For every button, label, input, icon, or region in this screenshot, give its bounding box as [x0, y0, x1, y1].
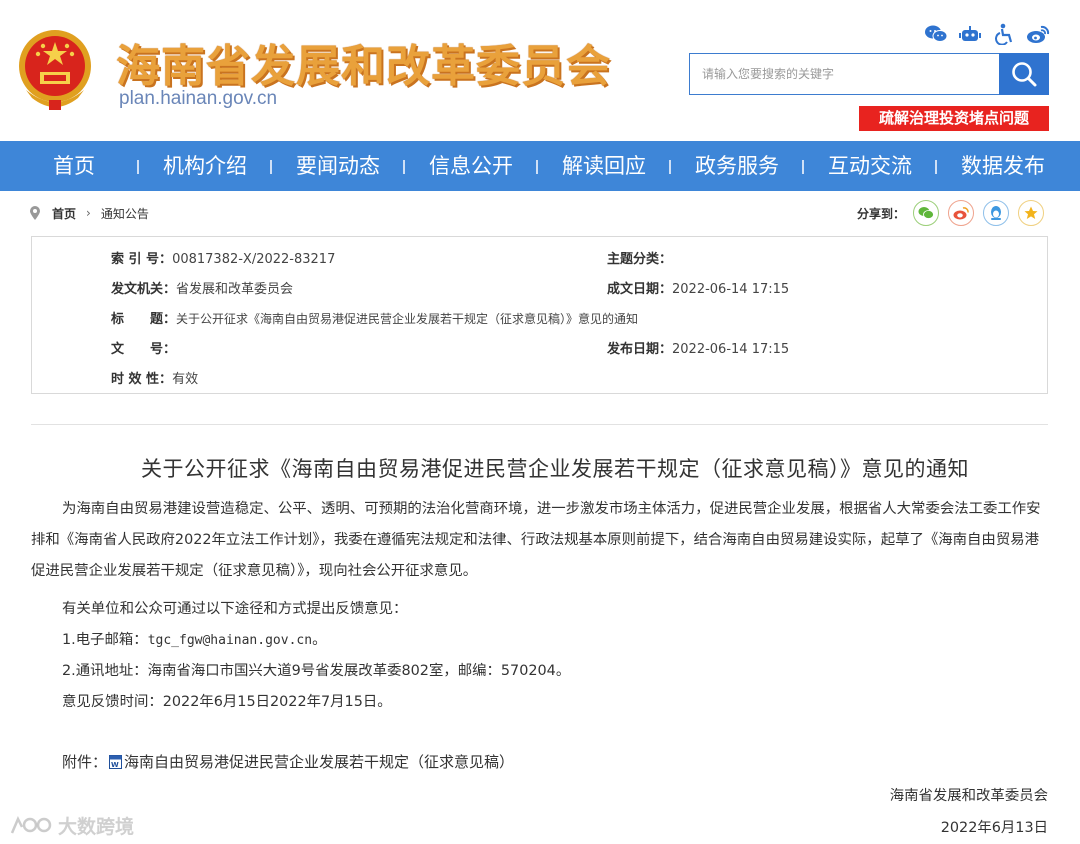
attachment-link[interactable]: 海南自由贸易港促进民营企业发展若干规定（征求意见稿）	[124, 751, 514, 772]
meta-topic-label: 主题分类：	[607, 252, 673, 267]
nav-item-services[interactable]: 政务服务	[682, 141, 792, 191]
robot-icon[interactable]	[958, 22, 982, 46]
article-title: 关于公开征求《海南自由贸易港促进民营企业发展若干规定（征求意见稿）》意见的通知	[141, 457, 969, 481]
nav-separator	[935, 160, 937, 174]
meta-validity-label: 时 效 性：	[111, 372, 173, 387]
breadcrumb-current[interactable]: 通知公告	[101, 205, 149, 222]
meta-topic: 主题分类：	[607, 248, 672, 267]
main-nav: 首页 机构介绍 要闻动态 信息公开 解读回应 政务服务 互动交流 数据发布	[0, 141, 1080, 191]
attachment-line: 附件： W 海南自由贸易港促进民营企业发展若干规定（征求意见稿）	[62, 751, 514, 772]
nav-separator	[536, 160, 538, 174]
site-title: 海南省发展和改革委员会	[116, 41, 611, 92]
chevron-right-icon: ›	[86, 206, 91, 220]
meta-created-label: 成文日期：	[607, 282, 673, 297]
signature-date: 2022年6月13日	[940, 820, 1048, 836]
attachment-label: 附件：	[62, 753, 108, 771]
wechat-icon[interactable]	[924, 22, 948, 46]
nav-item-interaction[interactable]: 互动交流	[815, 141, 925, 191]
nav-separator	[137, 160, 139, 174]
site-url: plan.hainan.gov.cn	[119, 88, 278, 109]
feedback-deadline-line: 意见反馈时间：2022年6月15日2022年7月15日。	[62, 694, 392, 710]
breadcrumb-home[interactable]: 首页	[52, 205, 76, 222]
document-meta-box: 索 引 号：00817382-X/2022-83217 主题分类： 发文机关：省…	[31, 236, 1048, 394]
email-label: 1.电子邮箱：	[62, 632, 148, 648]
meta-published: 发布日期：2022-06-14 17:15	[607, 338, 789, 357]
location-pin-icon	[30, 206, 40, 220]
article-paragraph: 有关单位和公众可通过以下途径和方式提出反馈意见：	[62, 601, 408, 617]
meta-issuer: 发文机关：省发展和改革委员会	[111, 278, 293, 297]
meta-issuer-label: 发文机关：	[111, 282, 177, 297]
search-icon	[1012, 62, 1037, 87]
national-emblem-icon	[19, 30, 91, 110]
meta-published-label: 发布日期：	[607, 342, 673, 357]
article-paragraph: 为海南自由贸易港建设营造稳定、公平、透明、可预期的法治化营商环境，进一步激发市场…	[31, 501, 1041, 579]
favorite-star-icon[interactable]	[1018, 200, 1045, 226]
contact-address-line: 2.通讯地址：海南省海口市国兴大道9号省发展改革委802室，邮编：570204。	[62, 663, 571, 679]
nav-item-disclosure[interactable]: 信息公开	[416, 141, 526, 191]
watermark-text: 大数跨境	[58, 816, 135, 838]
meta-title-label: 标 题：	[111, 312, 177, 327]
nav-item-data[interactable]: 数据发布	[948, 141, 1058, 191]
search-input[interactable]	[690, 54, 1004, 94]
email-suffix: 。	[312, 632, 327, 648]
meta-published-value: 2022-06-14 17:15	[672, 342, 790, 357]
contact-email-line: 1.电子邮箱：tgc_fgw@hainan.gov.cn。	[62, 628, 326, 649]
promo-banner[interactable]: 疏解治理投资堵点问题	[859, 106, 1049, 131]
watermark-logo-icon	[10, 815, 52, 833]
weibo-icon[interactable]	[1026, 22, 1050, 46]
nav-separator	[802, 160, 804, 174]
svg-text:W: W	[111, 761, 119, 769]
meta-title: 标 题：关于公开征求《海南自由贸易港促进民营企业发展若干规定（征求意见稿）》意见…	[111, 308, 638, 327]
meta-validity: 时 效 性：有效	[111, 368, 198, 387]
nav-item-interpretation[interactable]: 解读回应	[549, 141, 659, 191]
site-header: 海南省发展和改革委员会 plan.hainan.gov.cn 请输入您要搜索的关…	[0, 0, 1080, 141]
qq-share-icon[interactable]	[983, 200, 1010, 226]
search-box	[689, 53, 1004, 95]
nav-separator	[403, 160, 405, 174]
accessibility-icon[interactable]	[992, 22, 1016, 46]
search-button[interactable]	[999, 53, 1049, 95]
meta-index-value: 00817382-X/2022-83217	[172, 252, 336, 267]
nav-separator	[669, 160, 671, 174]
word-document-icon: W	[109, 754, 123, 769]
meta-validity-value: 有效	[172, 372, 199, 387]
wechat-share-icon[interactable]	[913, 200, 940, 226]
top-icon-bar	[924, 22, 1050, 46]
meta-index-label: 索 引 号：	[111, 252, 173, 267]
meta-docno-label: 文 号：	[111, 342, 177, 357]
email-value[interactable]: tgc_fgw@hainan.gov.cn	[148, 633, 312, 648]
divider	[31, 424, 1048, 425]
meta-docno: 文 号：	[111, 338, 176, 357]
nav-item-home[interactable]: 首页	[30, 141, 118, 191]
nav-item-about[interactable]: 机构介绍	[150, 141, 260, 191]
nav-item-news[interactable]: 要闻动态	[283, 141, 393, 191]
meta-title-value: 关于公开征求《海南自由贸易港促进民营企业发展若干规定（征求意见稿）》意见的通知	[176, 312, 639, 326]
meta-index: 索 引 号：00817382-X/2022-83217	[111, 248, 335, 267]
weibo-share-icon[interactable]	[948, 200, 975, 226]
meta-issuer-value: 省发展和改革委员会	[176, 282, 294, 297]
share-bar: 分享到：	[857, 199, 1053, 227]
breadcrumb: 首页 › 通知公告	[30, 205, 149, 221]
nav-separator	[270, 160, 272, 174]
meta-created: 成文日期：2022-06-14 17:15	[607, 278, 789, 297]
share-label: 分享到：	[857, 206, 906, 221]
meta-created-value: 2022-06-14 17:15	[672, 282, 790, 297]
watermark: 大数跨境	[8, 812, 134, 839]
signature-org: 海南省发展和改革委员会	[889, 788, 1048, 804]
